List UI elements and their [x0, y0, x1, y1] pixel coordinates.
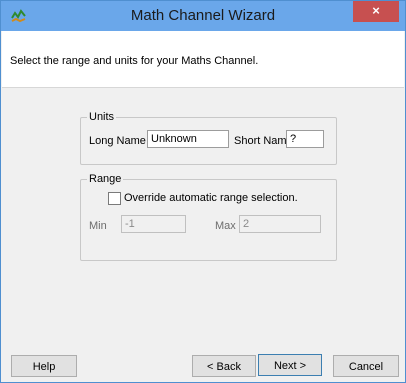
- long-name-input[interactable]: Unknown: [147, 130, 229, 148]
- close-button[interactable]: ×: [353, 1, 399, 22]
- range-group: Range Override automatic range selection…: [80, 173, 337, 261]
- override-checkbox[interactable]: [108, 192, 121, 205]
- range-group-legend: Range: [87, 173, 124, 185]
- units-group-legend: Units: [87, 111, 117, 123]
- min-input[interactable]: -1: [121, 215, 186, 233]
- title-bar[interactable]: Math Channel Wizard ×: [1, 1, 405, 31]
- override-label[interactable]: Override automatic range selection.: [124, 192, 298, 204]
- units-group: Units Long Name Unknown Short Name ?: [80, 111, 337, 165]
- instruction-text: Select the range and units for your Math…: [10, 55, 259, 67]
- max-input[interactable]: 2: [239, 215, 321, 233]
- next-button[interactable]: Next >: [258, 354, 322, 376]
- cancel-button[interactable]: Cancel: [333, 355, 399, 377]
- short-name-input[interactable]: ?: [286, 130, 324, 148]
- long-name-label: Long Name: [89, 135, 146, 147]
- window-title: Math Channel Wizard: [130, 7, 276, 24]
- short-name-label: Short Name: [234, 135, 293, 147]
- back-button[interactable]: < Back: [192, 355, 256, 377]
- min-label: Min: [89, 220, 107, 232]
- max-label: Max: [215, 220, 236, 232]
- help-button[interactable]: Help: [11, 355, 77, 377]
- wizard-window: Math Channel Wizard × Select the range a…: [0, 0, 406, 383]
- wizard-header: Select the range and units for your Math…: [2, 31, 404, 88]
